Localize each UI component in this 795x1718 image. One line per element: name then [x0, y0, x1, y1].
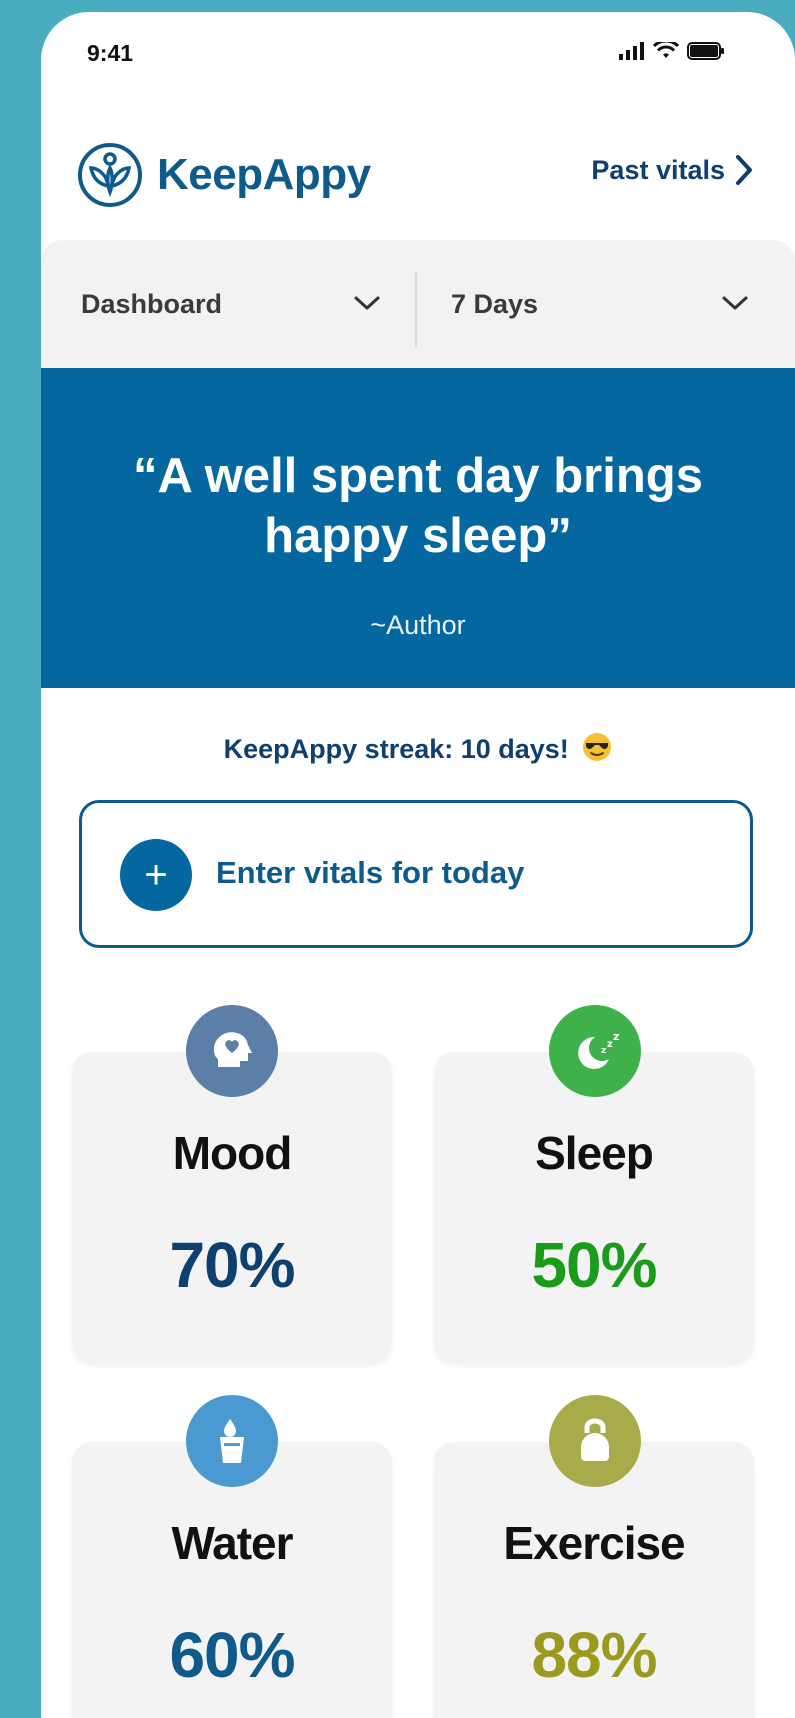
signal-icon: [619, 42, 644, 60]
card-title: Mood: [172, 1127, 293, 1179]
app-header: KeepAppy Past vitals: [41, 112, 795, 222]
chevron-down-icon: [354, 296, 380, 310]
card-value: 70%: [169, 1229, 295, 1301]
streak-message: KeepAppy streak: 10 days!: [41, 732, 795, 765]
range-dropdown-label: 7 Days: [451, 288, 539, 319]
plus-icon: +: [120, 839, 192, 911]
kettlebell-icon: [549, 1395, 641, 1487]
wifi-icon: [653, 42, 679, 58]
brand: KeepAppy: [77, 142, 371, 208]
head-heart-icon: [186, 1005, 278, 1097]
past-vitals-label: Past vitals: [591, 154, 725, 185]
enter-vitals-button[interactable]: + Enter vitals for today: [79, 800, 753, 948]
battery-icon: [687, 42, 724, 60]
quote-banner: “A well spent day brings happy sleep” ~A…: [41, 368, 795, 688]
moon-zzz-icon: z z z: [549, 1005, 641, 1097]
enter-vitals-label: Enter vitals for today: [216, 855, 525, 890]
svg-text:z: z: [613, 1030, 619, 1043]
filter-divider: [415, 272, 417, 348]
filter-bar: Dashboard 7 Days: [41, 240, 795, 368]
card-value: 60%: [169, 1619, 295, 1691]
dashboard-dropdown[interactable]: Dashboard: [81, 240, 421, 368]
mood-card[interactable]: Mood 70%: [72, 1052, 392, 1362]
chevron-down-icon: [722, 296, 748, 310]
card-title: Exercise: [503, 1517, 685, 1569]
quote-text: “A well spent day brings happy sleep”: [133, 449, 703, 563]
quote-author: ~Author: [370, 610, 466, 640]
svg-text:z: z: [601, 1046, 606, 1056]
card-value: 50%: [531, 1229, 657, 1301]
status-bar: 9:41: [41, 12, 795, 92]
status-icons: [619, 42, 725, 60]
card-value: 88%: [531, 1619, 657, 1691]
sunglasses-emoji-icon: [583, 733, 612, 761]
keepappy-logo-icon: [78, 143, 142, 207]
streak-text: KeepAppy streak: 10 days!: [223, 734, 569, 764]
dashboard-dropdown-label: Dashboard: [81, 288, 223, 319]
card-title: Water: [171, 1517, 293, 1569]
water-glass-icon: [186, 1395, 278, 1487]
sleep-card[interactable]: Sleep 50%: [434, 1052, 754, 1362]
phone-screen: 9:41 KeepAppy Past vitals Dashboard 7 Da…: [41, 12, 795, 1718]
chevron-right-icon: [736, 155, 752, 185]
past-vitals-link[interactable]: Past vitals: [591, 154, 753, 186]
range-dropdown[interactable]: 7 Days: [451, 240, 791, 368]
card-title: Sleep: [535, 1127, 654, 1179]
status-time: 9:41: [87, 40, 134, 66]
brand-name: KeepAppy: [157, 150, 371, 199]
